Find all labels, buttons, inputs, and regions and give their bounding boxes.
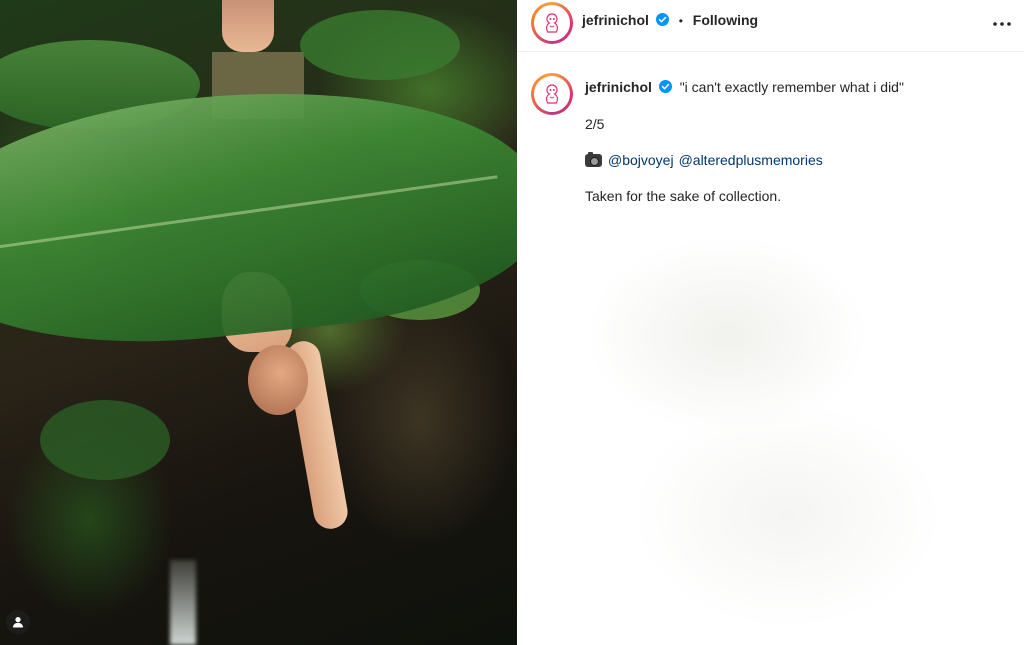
photo-leaf [40, 400, 170, 480]
blurred-comments-area [527, 215, 1017, 635]
camera-emoji-icon [585, 151, 602, 167]
username-link[interactable]: jefrinichol [582, 12, 649, 28]
post-photo[interactable] [0, 0, 517, 645]
photo-figure-head [248, 345, 308, 415]
photo-figure-legs [222, 0, 274, 52]
mention-link[interactable]: @bojvoyej [608, 152, 674, 168]
caption-avatar[interactable] [531, 73, 573, 115]
more-options-icon[interactable] [990, 12, 1014, 36]
header-user-line: jefrinichol • Following [582, 12, 758, 28]
post-details-panel: jefrinichol • Following jefrinichol "i c… [517, 0, 1024, 645]
separator-dot: • [678, 14, 683, 28]
caption-username-link[interactable]: jefrinichol [585, 79, 652, 95]
avatar-image [534, 76, 570, 112]
avatar[interactable] [531, 2, 573, 44]
post-header: jefrinichol • Following [517, 0, 1024, 52]
caption-note: Taken for the sake of collection. [585, 188, 782, 204]
caption-quote: "i can't exactly remember what i did" [679, 79, 904, 95]
avatar-image [534, 5, 570, 41]
caption-credits: @bojvoyej @alteredplusmemories [585, 151, 823, 168]
caption-page-indicator: 2/5 [585, 116, 605, 132]
photo-waterfall [170, 560, 196, 645]
verified-badge-icon [655, 13, 669, 26]
following-button[interactable]: Following [693, 12, 758, 28]
verified-badge-icon [658, 80, 672, 93]
user-tag-icon[interactable] [6, 610, 30, 634]
caption-first-line: jefrinichol "i can't exactly remember wh… [585, 78, 1005, 96]
mention-link[interactable]: @alteredplusmemories [679, 152, 823, 168]
photo-leaf [300, 10, 460, 80]
